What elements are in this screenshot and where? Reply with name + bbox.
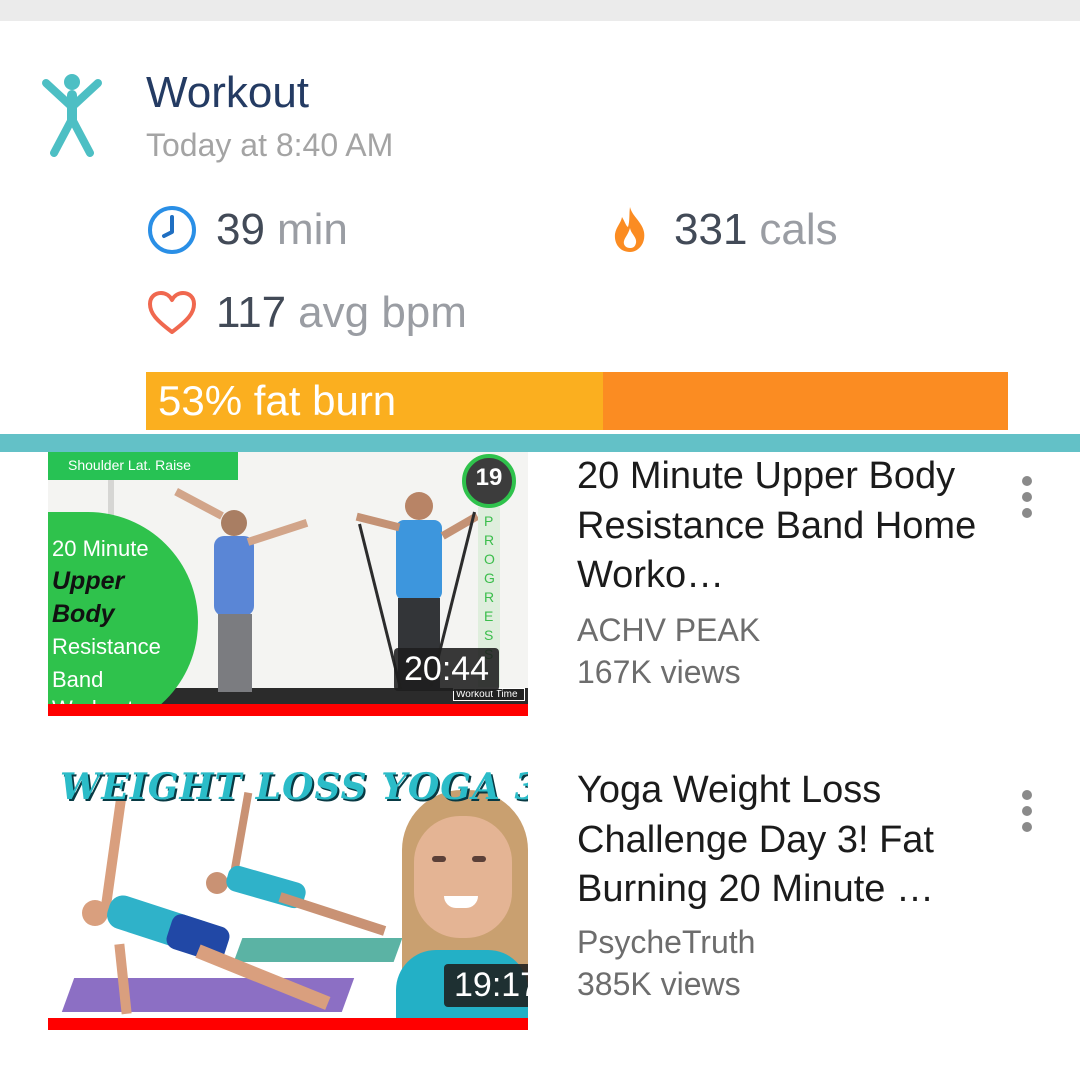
video-duration: 20:44	[394, 648, 500, 692]
thumbnail-banner: Shoulder Lat. Raise	[48, 452, 238, 480]
heart-rate-value: 117	[216, 288, 287, 337]
video-thumbnail[interactable]: PROGRESS 19 Shoulder Lat. Raise 20 Minut…	[48, 452, 528, 716]
video-item[interactable]: WEIGHT LOSS YOGA 3 19:17 Yoga Weight Los…	[0, 760, 1080, 1050]
workout-card[interactable]: Workout Today at 8:40 AM 39 min 331 cals	[0, 21, 1080, 434]
thumbnail-timer: 19	[475, 464, 503, 491]
watched-progress-bar	[48, 1018, 528, 1030]
video-thumbnail[interactable]: WEIGHT LOSS YOGA 3 19:17	[48, 760, 528, 1030]
thumbnail-headline: WEIGHT LOSS YOGA 3	[60, 766, 528, 808]
clock-icon	[146, 204, 198, 256]
thumbnail-line4: Resistance	[52, 634, 161, 659]
video-duration: 19:17	[444, 964, 528, 1008]
fat-burn-label: 53% fat burn	[158, 377, 397, 424]
video-title[interactable]: Yoga Weight Loss Challenge Day 3! Fat Bu…	[577, 766, 977, 915]
flame-icon	[604, 204, 656, 256]
video-channel[interactable]: ACHV PEAK	[577, 614, 760, 646]
duration-value: 39	[216, 205, 265, 254]
person-jumping-icon	[42, 74, 102, 157]
video-channel[interactable]: PsycheTruth	[577, 926, 755, 958]
page: Workout Today at 8:40 AM 39 min 331 cals	[0, 0, 1080, 1080]
video-views: 385K views	[577, 966, 741, 1002]
thumbnail-line2: Upper	[52, 567, 125, 595]
fat-burn-bar: 53% fat burn	[146, 372, 1008, 430]
thumbnail-line3: Body	[52, 599, 115, 628]
top-strip	[0, 0, 1080, 21]
video-views: 167K views	[577, 654, 741, 690]
calories-unit: cals	[759, 205, 838, 254]
watched-progress-bar	[48, 704, 528, 716]
heart-rate-unit: avg bpm	[298, 288, 467, 337]
thumbnail-progress-word: PROGRESS	[484, 513, 495, 662]
heart-icon	[146, 287, 198, 339]
video-item[interactable]: PROGRESS 19 Shoulder Lat. Raise 20 Minut…	[0, 452, 1080, 742]
heart-rate-stat: 117 avg bpm	[146, 287, 467, 339]
workout-title: Workout	[146, 68, 310, 117]
thumbnail-text: 20 Minute Upper Body Resistance Band Wor…	[52, 532, 222, 716]
more-vertical-icon[interactable]	[1012, 476, 1042, 526]
thumbnail-line1: 20 Minute	[52, 536, 149, 561]
section-divider	[0, 434, 1080, 452]
calories-stat: 331 cals	[604, 204, 838, 256]
duration-unit: min	[276, 205, 348, 254]
calories-value: 331	[674, 205, 748, 254]
workout-time: Today at 8:40 AM	[146, 127, 394, 163]
more-vertical-icon[interactable]	[1012, 790, 1042, 840]
video-title[interactable]: 20 Minute Upper Body Resistance Band Hom…	[577, 452, 977, 601]
duration-stat: 39 min	[146, 204, 348, 256]
